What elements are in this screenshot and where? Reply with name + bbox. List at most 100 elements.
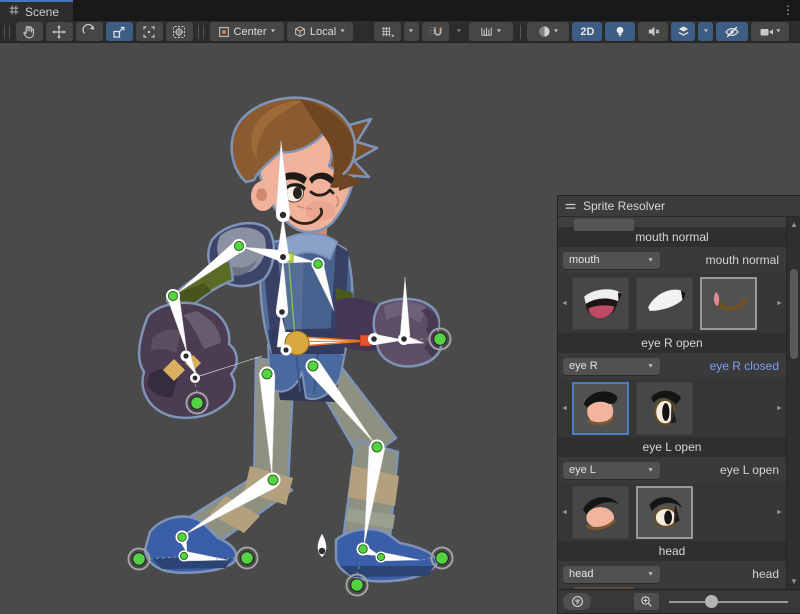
tab-scene[interactable]: Scene	[0, 0, 73, 21]
hand-tool-button[interactable]	[16, 22, 43, 41]
category-label: eye R	[569, 360, 598, 372]
category-dropdown-eye-l[interactable]: eye L ▼	[563, 462, 660, 479]
scale-tool-button[interactable]	[106, 22, 133, 41]
sprite-thumb-mouth-smile[interactable]	[700, 277, 757, 330]
sprite-thumb-mouth-closed[interactable]	[636, 277, 693, 330]
2d-mode-button[interactable]: 2D	[572, 22, 602, 41]
transform-tool-button[interactable]	[166, 22, 193, 41]
grid-snapping-dropdown[interactable]: ▼	[452, 22, 467, 41]
orientation-label: Local	[310, 26, 336, 38]
chevron-down-icon: ▼	[647, 467, 654, 473]
2d-mode-label: 2D	[576, 26, 598, 38]
selection-label-head: head	[752, 567, 781, 581]
zoom-button[interactable]	[634, 593, 659, 610]
filter-icon	[571, 595, 584, 608]
grid-icon	[8, 4, 20, 19]
sprite-thumb-eye-l-closed[interactable]	[572, 486, 629, 539]
selection-label-mouth: mouth normal	[706, 253, 781, 267]
audio-mute-button[interactable]	[638, 22, 668, 41]
camera-dropdown[interactable]: ▼	[751, 22, 789, 41]
sprite-thumb-eye-l-open[interactable]	[636, 486, 693, 539]
slider-track[interactable]	[669, 601, 788, 603]
panel-scrollbar[interactable]: ▲ ▼	[786, 217, 800, 589]
effects-dropdown[interactable]: ▼	[698, 22, 713, 41]
strip-next-button[interactable]: ►	[775, 405, 784, 412]
thumbnail-strip-eye-l: ◄ ►	[558, 483, 786, 541]
grid-visibility-button[interactable]	[374, 22, 401, 41]
lightbulb-icon	[613, 25, 627, 39]
section-header-eye-l: eye L open	[558, 437, 786, 457]
toolbar-grip[interactable]	[4, 25, 10, 39]
thumbnail-size-slider[interactable]	[669, 593, 788, 610]
orientation-dropdown[interactable]: Local ▼	[287, 22, 353, 41]
slider-handle[interactable]	[705, 595, 718, 608]
speaker-muted-icon	[646, 24, 661, 39]
toolbar-grip[interactable]	[198, 25, 204, 39]
section-header-head: head	[558, 541, 786, 561]
eye-slash-icon	[724, 24, 740, 40]
category-label: head	[569, 568, 593, 580]
effects-button[interactable]	[671, 22, 695, 41]
chevron-down-icon: ▼	[495, 29, 502, 35]
chevron-down-icon: ▼	[647, 257, 654, 263]
strip-prev-button[interactable]: ◄	[560, 405, 569, 412]
pivot-mode-label: Center	[234, 26, 267, 38]
chevron-down-icon: ▼	[647, 571, 654, 577]
section-header-eye-r: eye R open	[558, 333, 786, 353]
strip-prev-button[interactable]: ◄	[560, 300, 569, 307]
scene-toolbar: Center ▼ Local ▼ ▼ ▼ ▼ ▼	[0, 21, 800, 43]
sprite-thumb-mouth-open[interactable]	[572, 277, 629, 330]
chevron-down-icon: ▼	[552, 29, 559, 35]
tab-bar: Scene ⋮	[0, 0, 800, 21]
scene-lighting-button[interactable]	[605, 22, 635, 41]
rect-tool-button[interactable]	[136, 22, 163, 41]
sprite-resolver-panel: Sprite Resolver mouth normal mouth ▼ mou…	[557, 195, 800, 614]
hamburger-icon	[564, 200, 577, 213]
category-dropdown-head[interactable]: head ▼	[563, 566, 660, 583]
sprite-thumb-eye-r-closed[interactable]	[572, 382, 629, 435]
scroll-up-arrow[interactable]: ▲	[787, 218, 800, 231]
category-dropdown-mouth[interactable]: mouth ▼	[563, 252, 660, 269]
category-dropdown-eye-r[interactable]: eye R ▼	[563, 358, 660, 375]
sprite-thumb-eye-r-open[interactable]	[636, 382, 693, 435]
pivot-icon	[217, 25, 231, 39]
panel-title-bar[interactable]: Sprite Resolver	[558, 196, 800, 217]
strip-next-button[interactable]: ►	[775, 300, 784, 307]
pivot-mode-dropdown[interactable]: Center ▼	[210, 22, 284, 41]
panel-scroll-area[interactable]: mouth normal mouth ▼ mouth normal ◄	[558, 217, 786, 589]
chevron-down-icon: ▼	[456, 29, 463, 35]
draw-mode-dropdown[interactable]: ▼	[527, 22, 569, 41]
rotate-tool-button[interactable]	[76, 22, 103, 41]
chevron-down-icon: ▼	[270, 29, 277, 35]
category-label: eye L	[569, 464, 596, 476]
chevron-down-icon: ▼	[408, 29, 415, 35]
layers-icon	[676, 24, 691, 39]
chevron-down-icon: ▼	[647, 363, 654, 369]
selection-label-eye-l: eye L open	[720, 463, 781, 477]
unity-scene-view: Scene ⋮ Center ▼ Lo	[0, 0, 800, 614]
kebab-menu-icon[interactable]: ⋮	[782, 2, 794, 18]
chevron-down-icon: ▼	[339, 29, 346, 35]
strip-prev-button[interactable]: ◄	[560, 509, 569, 516]
camera-icon	[759, 24, 775, 40]
cube-icon	[293, 25, 307, 39]
magnifier-plus-icon	[640, 595, 653, 608]
selection-label-eye-r: eye R closed	[710, 359, 781, 373]
grid-snapping-button[interactable]	[422, 22, 449, 41]
tab-label: Scene	[25, 5, 59, 19]
filter-button[interactable]	[563, 593, 591, 610]
move-tool-button[interactable]	[46, 22, 73, 41]
snap-increment-dropdown[interactable]: ▼	[469, 22, 513, 41]
chevron-down-icon: ▼	[702, 29, 709, 35]
scrollbar-thumb[interactable]	[790, 269, 798, 359]
grid-visibility-dropdown[interactable]: ▼	[404, 22, 419, 41]
scene-visibility-button[interactable]	[716, 22, 748, 41]
panel-title: Sprite Resolver	[583, 199, 665, 213]
panel-bottom-bar	[558, 589, 800, 613]
thumbnail-strip-mouth: ◄ ►	[558, 273, 786, 333]
category-label: mouth	[569, 254, 600, 266]
thumbnail-strip-eye-r: ◄ ►	[558, 379, 786, 437]
scroll-down-arrow[interactable]: ▼	[787, 575, 800, 588]
strip-next-button[interactable]: ►	[775, 509, 784, 516]
clipped-control	[574, 219, 634, 231]
